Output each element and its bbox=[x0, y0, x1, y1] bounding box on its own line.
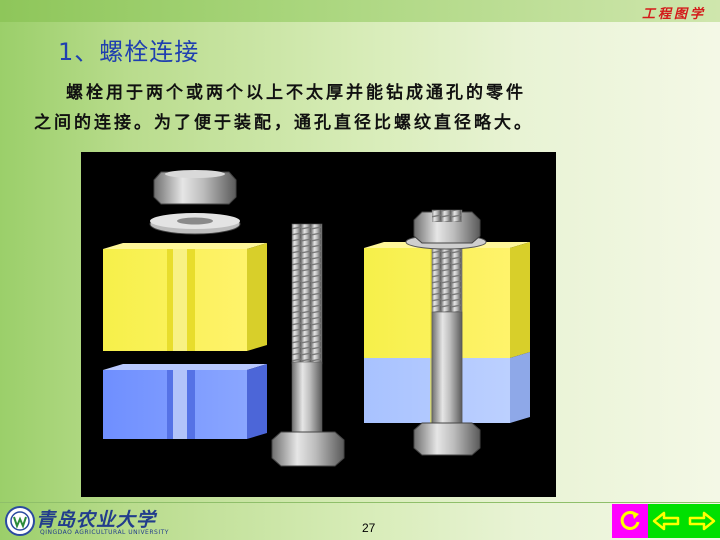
university-logo-icon bbox=[5, 506, 35, 536]
navigation-buttons bbox=[648, 504, 720, 538]
repeat-icon bbox=[620, 510, 640, 530]
assembled-connection bbox=[364, 209, 530, 456]
nut-exploded bbox=[153, 170, 237, 205]
arrow-right-icon bbox=[688, 511, 716, 531]
lower-plate-exploded bbox=[103, 364, 267, 439]
arrow-left-icon bbox=[652, 511, 680, 531]
slide: 工程图学 1、螺栓连接 螺栓用于两个或两个以上不太厚并能钻成通孔的零件 之间的连… bbox=[0, 0, 720, 540]
page-number: 27 bbox=[362, 521, 376, 535]
bolt-connection-illustration bbox=[81, 152, 556, 497]
upper-plate-exploded bbox=[103, 243, 267, 351]
bolt-standalone bbox=[271, 223, 345, 467]
next-slide-button[interactable] bbox=[684, 504, 720, 538]
school-english-name: QINGDAO AGRICULTURAL UNIVERSITY bbox=[40, 529, 169, 536]
paragraph-line-1: 螺栓用于两个或两个以上不太厚并能钻成通孔的零件 bbox=[66, 83, 526, 103]
footer-divider bbox=[0, 502, 720, 503]
school-name: 青岛农业大学 bbox=[36, 509, 157, 531]
top-strip bbox=[0, 0, 720, 22]
washer-exploded bbox=[149, 213, 241, 235]
paragraph-line-2: 之间的连接。为了便于装配，通孔直径比螺纹直径略大。 bbox=[34, 113, 534, 133]
previous-slide-button[interactable] bbox=[648, 504, 684, 538]
repeat-button[interactable] bbox=[612, 504, 648, 538]
section-title: 1、螺栓连接 bbox=[58, 38, 200, 66]
course-title: 工程图学 bbox=[641, 7, 706, 22]
